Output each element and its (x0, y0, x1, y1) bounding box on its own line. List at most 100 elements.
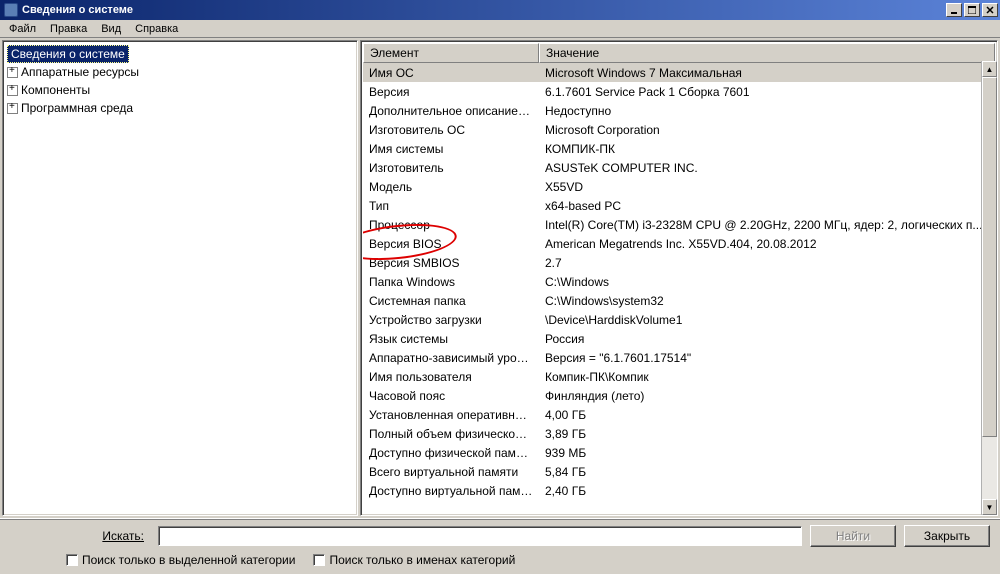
table-row[interactable]: Язык системыРоссия (363, 329, 995, 348)
right-pane: Элемент Значение Имя ОСMicrosoft Windows… (360, 40, 998, 516)
cell-value: X55VD (539, 180, 995, 194)
table-header: Элемент Значение (363, 43, 995, 63)
tree-item[interactable]: Компоненты (7, 81, 353, 99)
search-panel: Искать: Найти Закрыть Поиск только в выд… (0, 518, 1000, 574)
window-buttons (946, 3, 998, 17)
cell-element: Версия BIOS (363, 237, 539, 251)
vertical-scrollbar[interactable]: ▲ ▼ (981, 61, 997, 515)
table-row[interactable]: ПроцессорIntel(R) Core(TM) i3-2328M CPU … (363, 215, 995, 234)
cell-element: Полный объем физической па... (363, 427, 539, 441)
cell-value: 2,40 ГБ (539, 484, 995, 498)
cell-element: Версия (363, 85, 539, 99)
menu-file[interactable]: Файл (2, 22, 43, 36)
menu-view[interactable]: Вид (94, 22, 128, 36)
cell-value: American Megatrends Inc. X55VD.404, 20.0… (539, 237, 995, 251)
window-title: Сведения о системе (22, 4, 946, 16)
cell-element: Дополнительное описание ОС (363, 104, 539, 118)
cell-value: Недоступно (539, 104, 995, 118)
table-row[interactable]: МодельX55VD (363, 177, 995, 196)
tree-item[interactable]: Программная среда (7, 99, 353, 117)
maximize-icon (968, 6, 976, 14)
table-row[interactable]: Имя ОСMicrosoft Windows 7 Максимальная (363, 63, 995, 82)
cell-element: Имя ОС (363, 66, 539, 80)
checkbox-selected-category[interactable]: Поиск только в выделенной категории (66, 553, 295, 567)
close-button[interactable] (982, 3, 998, 17)
title-bar: Сведения о системе (0, 0, 1000, 20)
cell-element: Доступно физической памяти (363, 446, 539, 460)
checkbox-names-only[interactable]: Поиск только в именах категорий (313, 553, 515, 567)
cell-element: Процессор (363, 218, 539, 232)
cell-value: Microsoft Windows 7 Максимальная (539, 66, 995, 80)
table-row[interactable]: Аппаратно-зависимый уровен...Версия = "6… (363, 348, 995, 367)
tree-root[interactable]: Сведения о системе (7, 45, 129, 63)
table-row[interactable]: Имя пользователяКомпик-ПК\Компик (363, 367, 995, 386)
cell-element: Часовой пояс (363, 389, 539, 403)
cell-value: Версия = "6.1.7601.17514" (539, 351, 995, 365)
column-header-value[interactable]: Значение (539, 43, 995, 63)
cell-value: 5,84 ГБ (539, 465, 995, 479)
cell-value: x64-based PC (539, 199, 995, 213)
cell-element: Устройство загрузки (363, 313, 539, 327)
checkbox-icon (66, 554, 78, 566)
table-row[interactable]: Системная папкаC:\Windows\system32 (363, 291, 995, 310)
cell-value: 939 МБ (539, 446, 995, 460)
table-row[interactable]: Доступно физической памяти939 МБ (363, 443, 995, 462)
cell-value: C:\Windows\system32 (539, 294, 995, 308)
find-button[interactable]: Найти (810, 525, 896, 547)
table-body: Имя ОСMicrosoft Windows 7 МаксимальнаяВе… (363, 63, 995, 513)
app-icon (4, 3, 18, 17)
table-row[interactable]: Полный объем физической па...3,89 ГБ (363, 424, 995, 443)
table-row[interactable]: Типx64-based PC (363, 196, 995, 215)
cell-element: Системная папка (363, 294, 539, 308)
close-search-button[interactable]: Закрыть (904, 525, 990, 547)
menu-bar: Файл Правка Вид Справка (0, 20, 1000, 38)
scroll-thumb[interactable] (982, 77, 997, 437)
table-row[interactable]: Изготовитель ОСMicrosoft Corporation (363, 120, 995, 139)
cell-element: Установленная оперативная п... (363, 408, 539, 422)
menu-help[interactable]: Справка (128, 22, 185, 36)
cell-element: Тип (363, 199, 539, 213)
cell-element: Модель (363, 180, 539, 194)
cell-element: Аппаратно-зависимый уровен... (363, 351, 539, 365)
cell-element: Изготовитель (363, 161, 539, 175)
table-row[interactable]: Доступно виртуальной памяти2,40 ГБ (363, 481, 995, 500)
cell-value: 6.1.7601 Service Pack 1 Сборка 7601 (539, 85, 995, 99)
menu-edit[interactable]: Правка (43, 22, 94, 36)
category-tree[interactable]: Сведения о системе Аппаратные ресурсыКом… (5, 43, 355, 119)
cell-value: 4,00 ГБ (539, 408, 995, 422)
table-row[interactable]: Папка WindowsC:\Windows (363, 272, 995, 291)
cell-value: C:\Windows (539, 275, 995, 289)
tree-item[interactable]: Аппаратные ресурсы (7, 63, 353, 81)
table-row[interactable]: ИзготовительASUSTeK COMPUTER INC. (363, 158, 995, 177)
table-row[interactable]: Часовой поясФинляндия (лето) (363, 386, 995, 405)
maximize-button[interactable] (964, 3, 980, 17)
cell-element: Доступно виртуальной памяти (363, 484, 539, 498)
minimize-button[interactable] (946, 3, 962, 17)
search-input[interactable] (158, 526, 802, 546)
cell-value: Компик-ПК\Компик (539, 370, 995, 384)
table-row[interactable]: Версия SMBIOS2.7 (363, 253, 995, 272)
scroll-down-arrow[interactable]: ▼ (982, 499, 997, 515)
checkbox-icon (313, 554, 325, 566)
table-row[interactable]: Устройство загрузки\Device\HarddiskVolum… (363, 310, 995, 329)
table-row[interactable]: Версия6.1.7601 Service Pack 1 Сборка 760… (363, 82, 995, 101)
table-row[interactable]: Всего виртуальной памяти5,84 ГБ (363, 462, 995, 481)
cell-value: Intel(R) Core(TM) i3-2328M CPU @ 2.20GHz… (539, 218, 995, 232)
cell-value: 2.7 (539, 256, 995, 270)
cell-value: КОМПИК-ПК (539, 142, 995, 156)
column-header-element[interactable]: Элемент (363, 43, 539, 63)
cell-element: Имя системы (363, 142, 539, 156)
cell-element: Папка Windows (363, 275, 539, 289)
cell-value: Россия (539, 332, 995, 346)
content-area: Сведения о системе Аппаратные ресурсыКом… (0, 38, 1000, 516)
table-row[interactable]: Дополнительное описание ОСНедоступно (363, 101, 995, 120)
table-row[interactable]: Имя системыКОМПИК-ПК (363, 139, 995, 158)
close-icon (986, 6, 994, 14)
scroll-up-arrow[interactable]: ▲ (982, 61, 997, 77)
cell-element: Имя пользователя (363, 370, 539, 384)
table-row[interactable]: Версия BIOSAmerican Megatrends Inc. X55V… (363, 234, 995, 253)
cell-element: Всего виртуальной памяти (363, 465, 539, 479)
table-row[interactable]: Установленная оперативная п...4,00 ГБ (363, 405, 995, 424)
cell-value: Microsoft Corporation (539, 123, 995, 137)
cell-value: \Device\HarddiskVolume1 (539, 313, 995, 327)
